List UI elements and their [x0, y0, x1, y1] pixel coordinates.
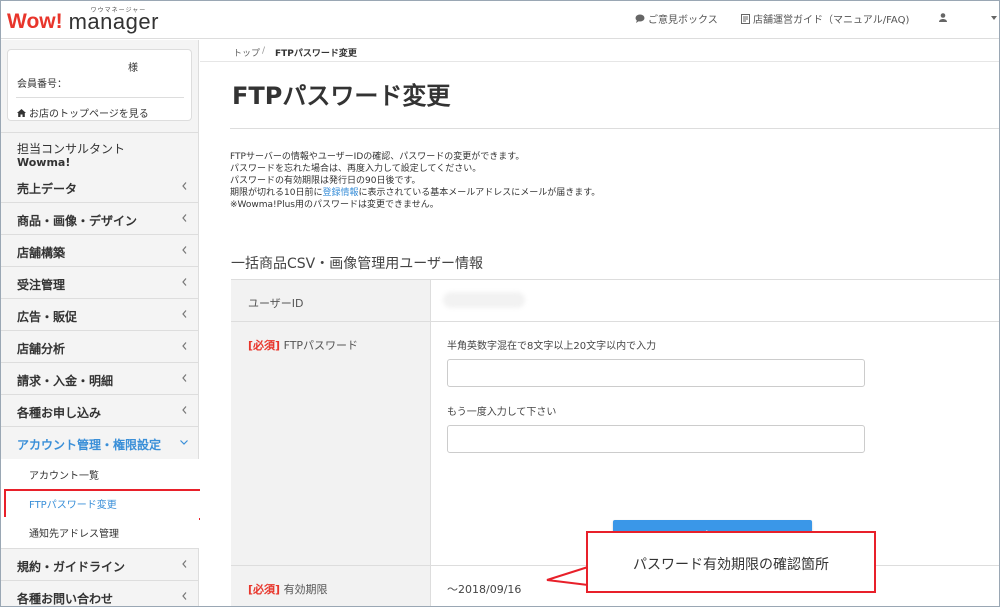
feedback-label: ご意見ボックス [648, 15, 718, 26]
password-confirm-hint: もう一度入力して下さい [447, 407, 557, 418]
logo-wow: Wow! [7, 10, 63, 33]
comment-icon [635, 14, 645, 23]
password-confirm-input[interactable] [447, 425, 865, 453]
table-row: ユーザーID [231, 280, 999, 322]
chevron-left-icon [182, 182, 187, 190]
chevron-left-icon [182, 214, 187, 222]
sidebar-item-sales[interactable]: 売上データ [1, 171, 199, 203]
chevron-left-icon [182, 342, 187, 350]
consultant-box: 担当コンサルタント Wowma! [1, 132, 199, 172]
chevron-left-icon [182, 406, 187, 414]
caret-down-icon[interactable] [991, 16, 997, 20]
breadcrumb-home[interactable]: トップ [233, 46, 260, 59]
chevron-left-icon [182, 278, 187, 286]
sidebar-menu: 売上データ 商品・画像・デザイン 店舗構築 受注管理 広告・販促 店舗分析 請求… [1, 171, 202, 606]
chevron-left-icon [182, 592, 187, 600]
ftp-password-label: FTPパスワード [283, 339, 359, 352]
section-title: 一括商品CSV・画像管理用ユーザー情報 [231, 256, 483, 272]
consultant-name: Wowma! [17, 156, 71, 169]
main-content: トップ / FTPパスワード変更 FTPパスワード変更 FTPサーバーの情報やユ… [200, 40, 999, 606]
sidebar-item-orders[interactable]: 受注管理 [1, 267, 199, 299]
chevron-left-icon [182, 560, 187, 568]
expiry-value: ～2018/09/16 [447, 583, 522, 596]
sub-item-ftp-password[interactable]: FTPパスワード変更 [1, 488, 202, 520]
consultant-label: 担当コンサルタント [17, 142, 126, 156]
breadcrumb: トップ / FTPパスワード変更 [200, 40, 999, 62]
sub-item-notify-address[interactable]: 通知先アドレス管理 [1, 517, 199, 546]
sidebar-item-store-build[interactable]: 店舗構築 [1, 235, 199, 267]
expiry-label: 有効期限 [283, 583, 328, 596]
required-tag: [必須] [248, 583, 281, 596]
user-id-label: ユーザーID [248, 297, 304, 310]
divider [230, 128, 999, 129]
sidebar-item-account[interactable]: アカウント管理・権限設定 [1, 427, 199, 459]
password-input[interactable] [447, 359, 865, 387]
sidebar: 様 会員番号： お店のトップページを見る 担当コンサルタント Wowma! 売上… [1, 40, 202, 606]
logo[interactable]: Wow! ワウマネージャー manager [7, 5, 159, 35]
divider [16, 97, 184, 98]
required-tag: [必須] [248, 339, 281, 352]
sidebar-item-applications[interactable]: 各種お申し込み [1, 395, 199, 427]
sidebar-item-contact[interactable]: 各種お問い合わせ [1, 581, 199, 606]
member-info-box: 様 会員番号： お店のトップページを見る [7, 49, 192, 121]
sidebar-item-ads[interactable]: 広告・販促 [1, 299, 199, 331]
page-title: FTPパスワード変更 [232, 82, 451, 110]
sidebar-item-billing[interactable]: 請求・入金・明細 [1, 363, 199, 395]
callout-text: パスワード有効期限の確認箇所 [633, 557, 829, 573]
callout-pointer [546, 566, 590, 586]
user-id-value [443, 292, 525, 308]
chevron-left-icon [182, 374, 187, 382]
table-row: [必須] FTPパスワード 半角英数字混在で8文字以上20文字以内で入力 もう一… [231, 322, 999, 566]
sidebar-item-terms[interactable]: 規約・ガイドライン [1, 549, 199, 581]
store-top-link[interactable]: お店のトップページを見る [17, 105, 149, 120]
home-icon [17, 108, 26, 117]
logo-kana: ワウマネージャー [90, 7, 147, 14]
page-description: FTPサーバーの情報やユーザーIDの確認、パスワードの変更ができます。 パスワー… [230, 152, 601, 210]
chevron-left-icon [182, 310, 187, 318]
guide-link[interactable]: 店舗運営ガイド（マニュアル/FAQ) [741, 11, 909, 26]
password-hint: 半角英数字混在で8文字以上20文字以内で入力 [447, 341, 657, 352]
user-icon[interactable] [939, 13, 947, 22]
feedback-link[interactable]: ご意見ボックス [635, 11, 718, 26]
document-icon [741, 13, 750, 24]
top-header: Wow! ワウマネージャー manager ご意見ボックス 店舗運営ガイド（マニ… [1, 1, 999, 39]
breadcrumb-current: FTPパスワード変更 [275, 49, 357, 59]
chevron-down-icon [180, 440, 188, 445]
chevron-left-icon [182, 246, 187, 254]
app-window: Wow! ワウマネージャー manager ご意見ボックス 店舗運営ガイド（マニ… [0, 0, 1000, 607]
sidebar-item-analytics[interactable]: 店舗分析 [1, 331, 199, 363]
annotation-callout: パスワード有効期限の確認箇所 [586, 531, 876, 593]
member-number-label: 会員番号： [17, 79, 67, 90]
member-honorific: 様 [128, 63, 138, 74]
guide-label: 店舗運営ガイド（マニュアル/FAQ) [753, 15, 910, 26]
breadcrumb-separator: / [262, 46, 266, 56]
sub-item-account-list[interactable]: アカウント一覧 [1, 459, 199, 488]
sidebar-item-products[interactable]: 商品・画像・デザイン [1, 203, 199, 235]
account-submenu: アカウント一覧 FTPパスワード変更 通知先アドレス管理 [1, 459, 202, 549]
registration-info-link[interactable]: 登録情報 [322, 188, 358, 198]
